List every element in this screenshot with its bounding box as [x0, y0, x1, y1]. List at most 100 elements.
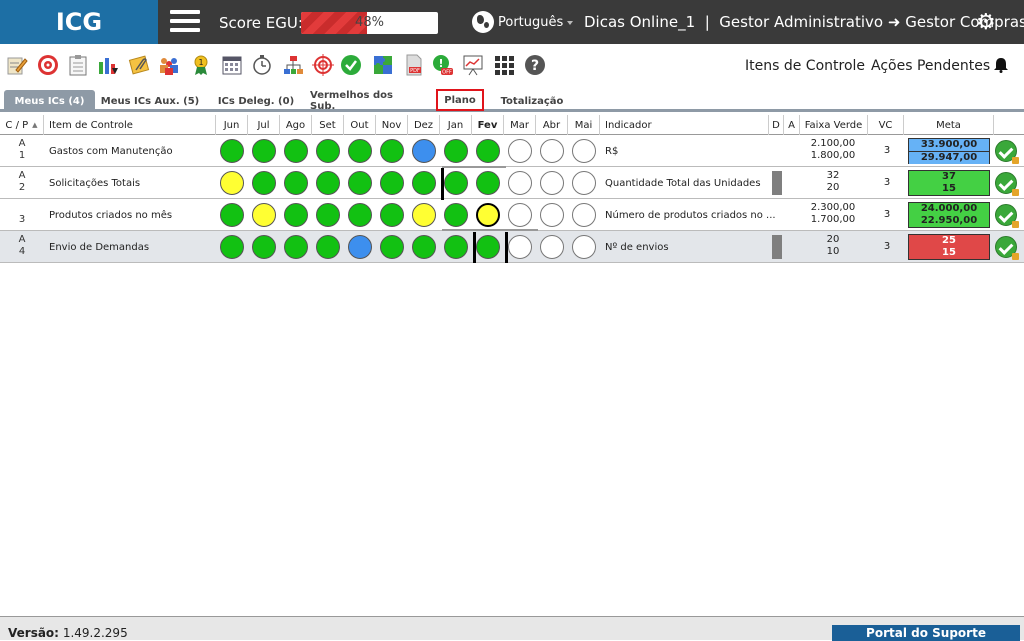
col-month-jan[interactable]: Jan [440, 115, 472, 135]
bell-icon[interactable] [993, 57, 1009, 73]
tab-totalizacao[interactable]: Totalização [496, 90, 568, 112]
col-indicador[interactable]: Indicador [599, 115, 769, 135]
status-dot-green[interactable] [444, 235, 468, 259]
hierarchy-icon[interactable] [282, 54, 304, 76]
status-dot-blue[interactable] [348, 235, 372, 259]
status-dot-green[interactable] [284, 235, 308, 259]
status-dot-green[interactable] [380, 235, 404, 259]
status-dot-white[interactable] [508, 139, 532, 163]
status-dot-green[interactable] [284, 203, 308, 227]
status-dot-white[interactable] [540, 139, 564, 163]
tab-meus-ics-aux[interactable]: Meus ICs Aux. (5) [100, 90, 200, 112]
status-dot-green[interactable] [252, 139, 276, 163]
check-circle-icon[interactable] [340, 54, 362, 76]
status-dot-green[interactable] [380, 139, 404, 163]
alert-off-icon[interactable]: !OFF [432, 54, 454, 76]
portal-suporte-button[interactable]: Portal do Suporte [832, 625, 1020, 641]
status-dot-yellow[interactable] [412, 203, 436, 227]
status-dot-green[interactable] [252, 171, 276, 195]
target-icon[interactable] [37, 54, 59, 76]
status-dot-white[interactable] [572, 171, 596, 195]
tab-ics-deleg[interactable]: ICs Deleg. (0) [214, 90, 298, 112]
globe-icon[interactable] [472, 11, 494, 33]
col-a[interactable]: A [784, 115, 800, 135]
status-dot-green[interactable] [316, 203, 340, 227]
col-item[interactable]: Item de Controle [44, 115, 216, 135]
acoes-pendentes-link[interactable]: Ações Pendentes [871, 58, 990, 74]
status-dot-green[interactable] [348, 139, 372, 163]
status-dot-white[interactable] [508, 203, 532, 227]
status-dot-green[interactable] [380, 171, 404, 195]
gear-icon[interactable]: ⚙ [976, 12, 998, 34]
status-dot-green[interactable] [284, 139, 308, 163]
col-month-nov[interactable]: Nov [376, 115, 408, 135]
language-selector[interactable]: Português [498, 15, 563, 30]
presentation-icon[interactable] [462, 54, 484, 76]
item-name[interactable]: Solicitações Totais [49, 167, 140, 199]
tab-vermelhos-dos-sub[interactable]: Vermelhos dos Sub. [310, 90, 420, 112]
status-dot-green[interactable] [412, 235, 436, 259]
status-dot-yellow[interactable] [476, 203, 500, 227]
clipboard-icon[interactable] [67, 54, 89, 76]
status-dot-green[interactable] [444, 171, 468, 195]
status-dot-green[interactable] [316, 235, 340, 259]
status-dot-white[interactable] [540, 203, 564, 227]
item-name[interactable]: Envio de Demandas [49, 231, 149, 263]
itens-de-controle-link[interactable]: Itens de Controle [745, 58, 865, 74]
status-dot-green[interactable] [380, 203, 404, 227]
status-dot-green[interactable] [412, 171, 436, 195]
col-month-ago[interactable]: Ago [280, 115, 312, 135]
status-dot-green[interactable] [220, 203, 244, 227]
tab-meus-ics[interactable]: Meus ICs (4) [4, 90, 95, 112]
caret-down-icon[interactable] [567, 21, 573, 25]
col-meta[interactable]: Meta [904, 115, 994, 135]
status-dot-white[interactable] [540, 235, 564, 259]
col-month-out[interactable]: Out [344, 115, 376, 135]
app-logo[interactable]: ICG [0, 0, 158, 44]
item-name[interactable]: Produtos criados no mês [49, 199, 172, 231]
status-dot-yellow[interactable] [252, 203, 276, 227]
status-dot-white[interactable] [508, 235, 532, 259]
table-row[interactable]: A 2 Solicitações Totais Quantidade Total da… [0, 167, 1024, 199]
pdf-icon[interactable]: PDF [403, 54, 425, 76]
status-dot-white[interactable] [572, 203, 596, 227]
col-vc[interactable]: VC [868, 115, 904, 135]
status-dot-green[interactable] [284, 171, 308, 195]
status-dot-green[interactable] [476, 235, 500, 259]
paperclip-icon[interactable] [128, 54, 150, 76]
col-cp[interactable]: C / P ▲ [0, 115, 44, 135]
status-dot-green[interactable] [220, 139, 244, 163]
status-dot-white[interactable] [540, 171, 564, 195]
calendar-icon[interactable] [221, 54, 243, 76]
check-lock-icon[interactable] [995, 140, 1019, 164]
status-dot-green[interactable] [252, 235, 276, 259]
col-month-fev[interactable]: Fev [472, 115, 504, 135]
col-month-dez[interactable]: Dez [408, 115, 440, 135]
meta-cell[interactable]: 24.000,00 22.950,00 [908, 202, 990, 228]
status-dot-green[interactable] [348, 171, 372, 195]
status-dot-white[interactable] [572, 235, 596, 259]
status-dot-green[interactable] [316, 139, 340, 163]
help-icon[interactable]: ? [524, 54, 546, 76]
col-faixa-verde[interactable]: Faixa Verde [800, 115, 868, 135]
meta-cell[interactable]: 37 15 [908, 170, 990, 196]
col-d[interactable]: D [769, 115, 784, 135]
col-month-mar[interactable]: Mar [504, 115, 536, 135]
col-month-abr[interactable]: Abr [536, 115, 568, 135]
tab-plano[interactable]: Plano [436, 89, 484, 111]
status-dot-white[interactable] [508, 171, 532, 195]
col-month-set[interactable]: Set [312, 115, 344, 135]
chart-down-icon[interactable] [97, 54, 119, 76]
status-dot-green[interactable] [348, 203, 372, 227]
edit-icon[interactable] [6, 54, 28, 76]
table-row[interactable]: A 1 Gastos com Manutenção R$ 2.100,00 1.800,0… [0, 135, 1024, 167]
item-name[interactable]: Gastos com Manutenção [49, 135, 173, 167]
table-row[interactable]: 3 Produtos criados no mês Número de produt… [0, 199, 1024, 231]
status-dot-green[interactable] [220, 235, 244, 259]
stopwatch-icon[interactable] [251, 54, 273, 76]
meta-cell[interactable]: 33.900,00 29.947,00 [908, 138, 990, 164]
status-dot-yellow[interactable] [220, 171, 244, 195]
status-dot-green[interactable] [476, 171, 500, 195]
status-dot-green[interactable] [444, 139, 468, 163]
check-lock-icon[interactable] [995, 204, 1019, 228]
